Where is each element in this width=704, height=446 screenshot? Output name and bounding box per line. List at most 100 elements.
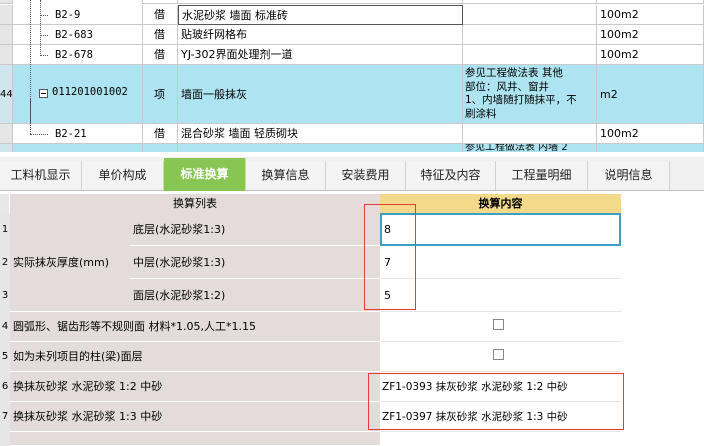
bottom-layer-thickness-input[interactable]: 8 <box>380 213 621 246</box>
spec-cell: 参见工程做法表 内墙 2 <box>463 144 597 152</box>
tree-connector <box>40 15 48 16</box>
spec-cell <box>463 0 597 4</box>
item-name: 贴玻纤网格布 <box>181 28 247 41</box>
conversion-grid: 换算列表 换算内容 1 底层(水泥砂浆1:3) 8 2 实际抹灰厚度(mm) 中… <box>0 194 704 446</box>
item-name: 水泥砂浆 墙面 标准砖 <box>182 9 288 22</box>
unit-cell: 100m2 <box>597 25 704 45</box>
row-number: 5 <box>0 342 10 372</box>
tab-conversion-info[interactable]: 换算信息 <box>246 161 326 190</box>
name-cell-editing[interactable]: 水泥砂浆 墙面 标准砖 <box>178 5 463 25</box>
unit-cell: 100m2 <box>597 45 704 65</box>
code-cell: 011201001002 <box>13 65 143 124</box>
row-number-cell: 44 <box>0 65 13 124</box>
item-unit: m2 <box>600 88 618 101</box>
spec-line: 部位：风井、窗井 <box>465 80 549 93</box>
middle-layer-thickness-input[interactable]: 7 <box>380 246 621 279</box>
unit-cell: m2 <box>597 65 704 124</box>
item-name: 墙面一般抹灰 <box>181 88 247 101</box>
item-code: B2-678 <box>55 49 93 61</box>
item-code: B2-9 <box>55 9 81 21</box>
conversion-row[interactable]: 5 如为未列项目的柱(梁)面层 <box>0 342 704 372</box>
unit-cell: 100m2 <box>597 124 704 144</box>
tab-labor-material[interactable]: 工料机显示 <box>0 161 82 190</box>
name-cell: 墙面一般抹灰 <box>178 65 463 124</box>
conversion-label: 换抹灰砂浆 水泥砂浆 1:3 中砂 <box>13 410 163 423</box>
unit-cell <box>597 144 704 152</box>
header-corner <box>0 194 10 213</box>
tab-features[interactable]: 特征及内容 <box>406 161 496 190</box>
group-cell: 圆弧形、锯齿形等不规则面 材料*1.05,人工*1.15 <box>10 312 380 342</box>
conversion-label: 如为未列项目的柱(梁)面层 <box>13 350 143 363</box>
item-code: B2-21 <box>55 128 87 140</box>
spec-line: 刷涂料 <box>465 107 497 120</box>
item-unit: 100m2 <box>600 28 639 41</box>
unit-cell: 100m2 <box>597 5 704 25</box>
mortar-replacement-1-2-cell[interactable]: ZF1-0393 抹灰砂浆 水泥砂浆 1:2 中砂 <box>380 372 621 402</box>
row-number: 7 <box>0 402 10 432</box>
grid-row-selected[interactable]: 44 011201001002 项 墙面一般抹灰 参见工程做法表 其他 部位：风… <box>0 65 704 124</box>
code-cell: B2-9 <box>13 5 143 25</box>
group-cell <box>10 213 130 246</box>
conversion-label: 中层(水泥砂浆1:3) <box>133 256 226 269</box>
type-cell: 借 <box>143 25 178 45</box>
grid-row[interactable]: B2-9 借 水泥砂浆 墙面 标准砖 100m2 <box>0 5 704 25</box>
conversion-label: 换抹灰砂浆 水泥砂浆 1:2 中砂 <box>13 380 163 393</box>
group-cell: 实际抹灰厚度(mm) <box>10 246 130 279</box>
tab-quantity-detail[interactable]: 工程量明细 <box>496 161 588 190</box>
item-code: B2-683 <box>55 29 93 41</box>
type-cell: 项 <box>143 65 178 124</box>
item-unit: 100m2 <box>600 127 639 140</box>
conversion-row[interactable]: 4 圆弧形、锯齿形等不规则面 材料*1.05,人工*1.15 <box>0 312 704 342</box>
conversion-row[interactable]: 2 实际抹灰厚度(mm) 中层(水泥砂浆1:3) 7 <box>0 246 704 279</box>
type-cell <box>143 0 178 4</box>
tree-connector <box>30 134 48 135</box>
row-number: 2 <box>0 246 10 279</box>
checkbox-cell <box>380 312 621 342</box>
spec-line: 1、内墙随打随抹平，不 <box>465 94 577 106</box>
grid-row[interactable]: B2-678 借 YJ-302界面处理剂一道 100m2 <box>0 45 704 65</box>
conversion-row[interactable]: 7 换抹灰砂浆 水泥砂浆 1:3 中砂 ZF1-0397 抹灰砂浆 水泥砂浆 1… <box>0 402 704 432</box>
surface-layer-thickness-input[interactable]: 5 <box>380 279 621 312</box>
label-cell: 中层(水泥砂浆1:3) <box>130 246 380 279</box>
grid-row[interactable]: B2-683 借 贴玻纤网格布 100m2 <box>0 25 704 45</box>
replacement-material: ZF1-0397 抹灰砂浆 水泥砂浆 1:3 中砂 <box>382 411 568 423</box>
replacement-material: ZF1-0393 抹灰砂浆 水泥砂浆 1:2 中砂 <box>382 381 568 393</box>
tab-standard-conversion[interactable]: 标准换算 <box>164 158 246 191</box>
row-number: 3 <box>0 279 10 312</box>
tree-connector <box>40 55 48 56</box>
conversion-row[interactable]: 3 面层(水泥砂浆1:2) 5 <box>0 279 704 312</box>
item-code: 011201001002 <box>52 86 128 98</box>
header-conversion-list: 换算列表 <box>10 194 380 213</box>
tab-install-cost[interactable]: 安装费用 <box>326 161 406 190</box>
grid-row-partial[interactable]: 参见工程做法表 内墙 2 <box>0 144 704 152</box>
name-cell: 混合砂浆 墙面 轻质砌块 <box>178 124 463 144</box>
grid-row[interactable]: B2-21 借 混合砂浆 墙面 轻质砌块 100m2 <box>0 124 704 144</box>
group-cell: 如为未列项目的柱(梁)面层 <box>10 342 380 372</box>
label-cell: 底层(水泥砂浆1:3) <box>130 213 380 246</box>
tree-connector <box>30 98 31 134</box>
type-cell: 借 <box>143 5 178 25</box>
input-value: 8 <box>384 223 391 236</box>
collapse-icon[interactable] <box>39 89 48 98</box>
row-number-cell <box>0 45 13 65</box>
item-type: 借 <box>154 8 165 21</box>
conversion-row[interactable]: 1 底层(水泥砂浆1:3) 8 <box>0 213 704 246</box>
code-cell <box>13 144 143 152</box>
grid-row-partial[interactable] <box>0 0 704 4</box>
conversion-label: 底层(水泥砂浆1:3) <box>133 223 226 236</box>
column-beam-surface-checkbox[interactable] <box>493 349 504 360</box>
spec-cell: 参见工程做法表 其他 部位：风井、窗井 1、内墙随打随抹平，不 刷涂料 <box>463 65 597 124</box>
tab-description[interactable]: 说明信息 <box>588 161 670 190</box>
item-type: 借 <box>154 28 165 41</box>
name-cell <box>178 144 463 152</box>
item-type: 借 <box>154 48 165 61</box>
irregular-surface-checkbox[interactable] <box>493 319 504 330</box>
type-cell: 借 <box>143 45 178 65</box>
mortar-replacement-1-3-cell[interactable]: ZF1-0397 抹灰砂浆 水泥砂浆 1:3 中砂 <box>380 402 621 432</box>
budget-item-grid: B2-9 借 水泥砂浆 墙面 标准砖 100m2 B2-683 借 贴玻纤网格布… <box>0 0 704 152</box>
conversion-row[interactable]: 6 换抹灰砂浆 水泥砂浆 1:2 中砂 ZF1-0393 抹灰砂浆 水泥砂浆 1… <box>0 372 704 402</box>
input-value: 7 <box>384 256 391 269</box>
spec-cell <box>463 45 597 65</box>
tab-unit-price[interactable]: 单价构成 <box>82 161 164 190</box>
row-number <box>0 432 10 446</box>
